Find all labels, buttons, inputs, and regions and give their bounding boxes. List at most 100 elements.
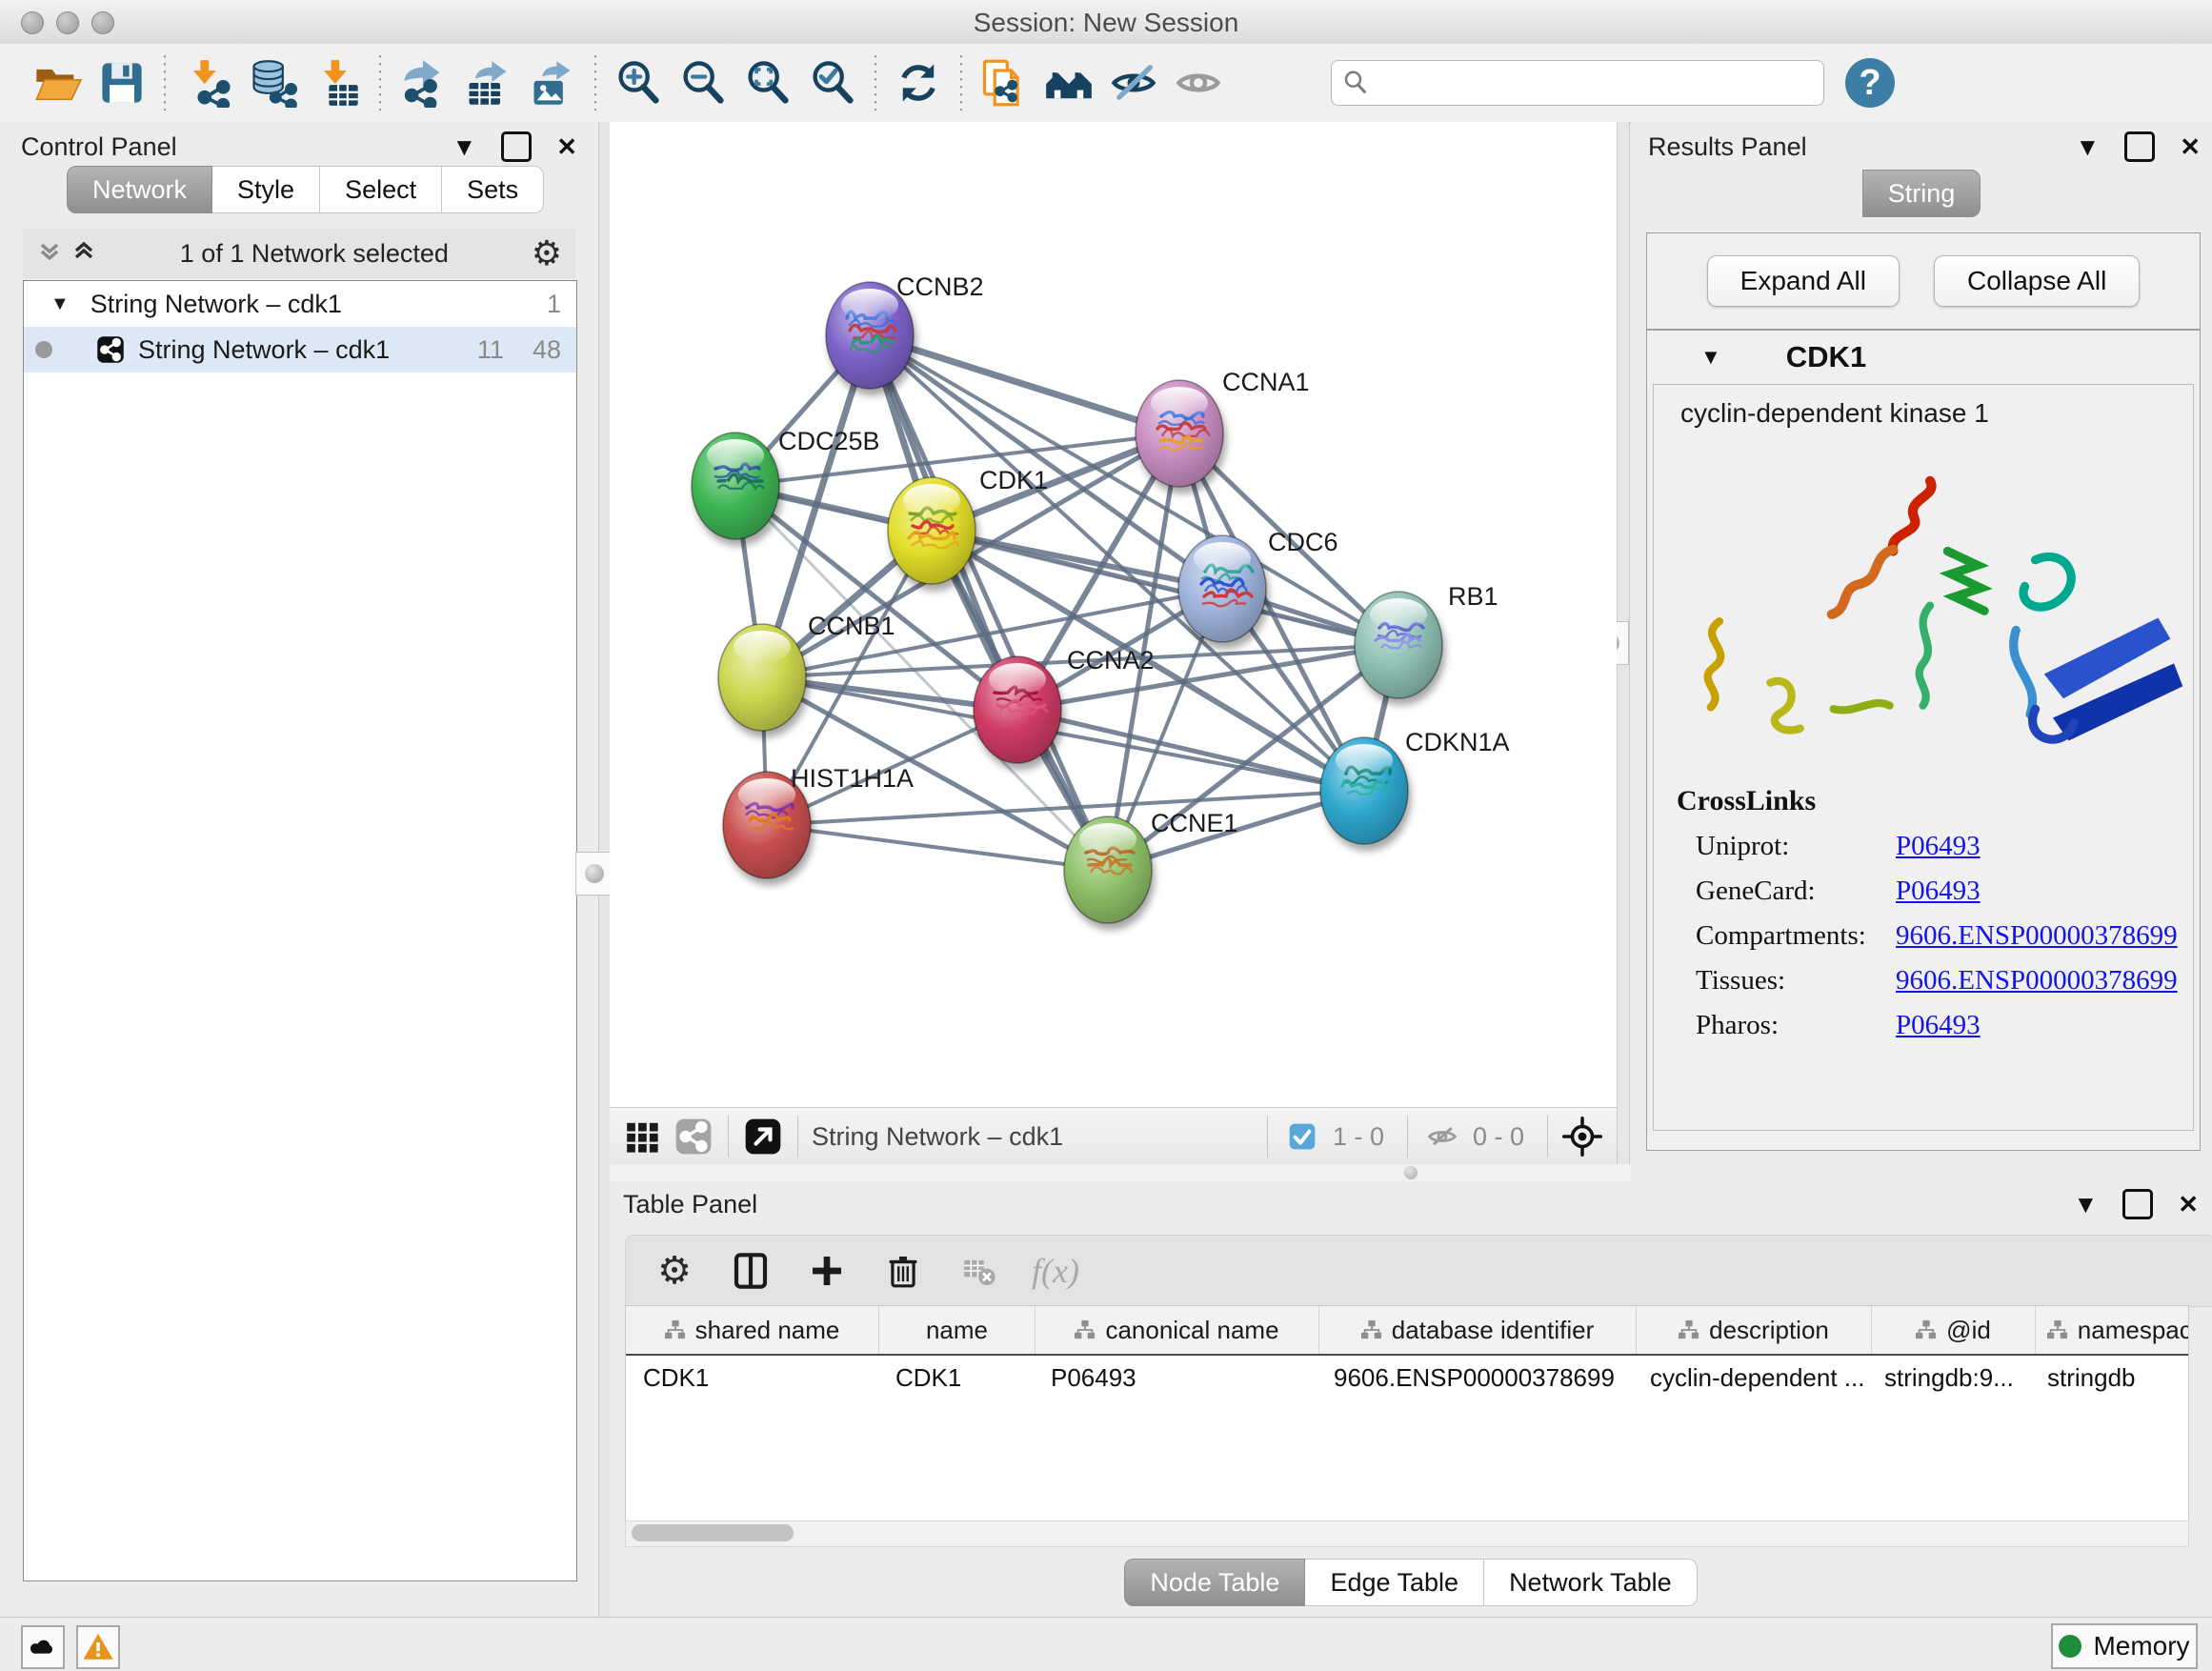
table-cell[interactable]: 9606.ENSP00000378699 (1317, 1363, 1633, 1393)
network-canvas[interactable]: CCNB2CCNA1CDC25BCDK1CDC6RB1CCNB1CCNA2CDK… (610, 122, 1617, 1107)
column-header-database-identifier[interactable]: database identifier (1319, 1306, 1637, 1354)
column-header-name[interactable]: name (879, 1306, 1036, 1354)
tab-sets[interactable]: Sets (442, 166, 544, 213)
show-columns-button[interactable] (729, 1249, 773, 1293)
protein-section-header[interactable]: ▼ CDK1 (1647, 331, 2200, 384)
panel-float-icon[interactable] (501, 131, 532, 162)
node-CDC6[interactable] (1178, 535, 1266, 642)
scrollbar-thumb[interactable] (632, 1524, 794, 1541)
help-button[interactable]: ? (1845, 58, 1895, 108)
table-row[interactable]: CDK1CDK1P064939606.ENSP00000378699cyclin… (626, 1356, 2188, 1399)
grid-view-button[interactable] (621, 1116, 663, 1158)
horizontal-splitter-handle[interactable] (1404, 1166, 1418, 1179)
tab-node-table[interactable]: Node Table (1124, 1559, 1305, 1606)
table-cell[interactable]: CDK1 (878, 1363, 1034, 1393)
column-header-canonical-name[interactable]: canonical name (1036, 1306, 1319, 1354)
import-network-button[interactable] (175, 52, 240, 113)
crosslink-value-link[interactable]: P06493 (1896, 1010, 1981, 1041)
memory-button[interactable]: Memory (2051, 1623, 2198, 1669)
column-header-description[interactable]: description (1637, 1306, 1872, 1354)
network-collection-row[interactable]: ▼ String Network – cdk1 1 (24, 281, 576, 327)
node-CCNE1[interactable] (1064, 816, 1152, 923)
table-cell[interactable]: cyclin-dependent ... (1633, 1363, 1867, 1393)
edge-HIST1H1A-CCNE1[interactable] (767, 825, 1108, 870)
expand-all-button[interactable]: Expand All (1707, 255, 1900, 307)
crosslink-value-link[interactable]: P06493 (1896, 876, 1981, 907)
tab-string[interactable]: String (1862, 170, 1981, 217)
center-view-button[interactable] (1561, 1116, 1603, 1158)
export-table-button[interactable] (455, 52, 520, 113)
delete-table-button[interactable] (957, 1249, 1001, 1293)
hierarchy-icon (1075, 1319, 1096, 1340)
open-session-button[interactable] (25, 52, 90, 113)
toggle-glass-effect-button[interactable] (1101, 52, 1166, 113)
string-home-button[interactable] (1036, 52, 1101, 113)
collapse-all-networks-icon[interactable] (36, 237, 63, 271)
import-network-from-database-button[interactable] (240, 52, 305, 113)
table-cell[interactable]: CDK1 (626, 1363, 878, 1393)
left-splitter-handle[interactable] (575, 852, 613, 896)
delete-column-button[interactable] (881, 1249, 925, 1293)
tab-network[interactable]: Network (67, 166, 212, 213)
zoom-fit-button[interactable] (735, 52, 800, 113)
table-settings-gear-icon[interactable]: ⚙ (653, 1249, 696, 1293)
node-CCNA1[interactable] (1136, 380, 1223, 487)
table-cell[interactable]: stringdb:9... (1867, 1363, 2030, 1393)
crosslink-value-link[interactable]: P06493 (1896, 831, 1981, 862)
export-image-button[interactable] (520, 52, 585, 113)
crosslink-value-link[interactable]: 9606.ENSP00000378699 (1896, 965, 2178, 997)
cloud-services-button[interactable] (21, 1625, 65, 1669)
collapse-all-button[interactable]: Collapse All (1934, 255, 2140, 307)
panel-menu-icon[interactable]: ▼ (2073, 1190, 2098, 1219)
network-options-gear-icon[interactable]: ⚙ (532, 233, 562, 273)
column-header-namespace[interactable]: namespace (2036, 1306, 2189, 1354)
panel-close-icon[interactable]: ✕ (2178, 1190, 2199, 1219)
panel-float-icon[interactable] (2124, 131, 2155, 162)
expand-all-networks-icon[interactable] (70, 237, 97, 271)
panel-close-icon[interactable]: ✕ (2180, 132, 2201, 162)
tab-edge-table[interactable]: Edge Table (1305, 1559, 1484, 1606)
collection-collapse-icon[interactable]: ▼ (50, 293, 70, 315)
node-CCNB1[interactable] (718, 624, 806, 731)
column-header-shared-name[interactable]: shared name (626, 1306, 879, 1354)
column-header--id[interactable]: @id (1872, 1306, 2036, 1354)
panel-menu-icon[interactable]: ▼ (452, 132, 476, 162)
node-CCNA2[interactable] (974, 656, 1061, 763)
zoom-out-button[interactable] (671, 52, 735, 113)
export-network-button[interactable] (391, 52, 455, 113)
search-input[interactable] (1377, 68, 1814, 99)
node-label-CDKN1A: CDKN1A (1405, 728, 1510, 756)
table-cell[interactable]: P06493 (1034, 1363, 1317, 1393)
crosslink-label: Uniprot: (1696, 831, 1896, 862)
create-column-button[interactable] (805, 1249, 849, 1293)
node-CDKN1A[interactable] (1320, 737, 1408, 844)
refresh-view-button[interactable] (886, 52, 951, 113)
zoom-in-button[interactable] (606, 52, 671, 113)
crosslink-value-link[interactable]: 9606.ENSP00000378699 (1896, 920, 2178, 952)
search-box[interactable] (1331, 60, 1824, 106)
network-graph[interactable]: CCNB2CCNA1CDC25BCDK1CDC6RB1CCNB1CCNA2CDK… (610, 122, 1617, 1107)
node-RB1[interactable] (1355, 592, 1442, 698)
section-collapse-icon[interactable]: ▼ (1700, 345, 1721, 370)
tab-style[interactable]: Style (212, 166, 320, 213)
panel-float-icon[interactable] (2122, 1189, 2153, 1219)
import-table-button[interactable] (305, 52, 370, 113)
zoom-selected-button[interactable] (800, 52, 865, 113)
toggle-enhanced-labels-button[interactable] (1166, 52, 1231, 113)
save-session-button[interactable] (90, 52, 154, 113)
node-CDC25B[interactable] (692, 433, 779, 539)
function-builder-button[interactable]: f(x) (1034, 1249, 1077, 1293)
network-row[interactable]: String Network – cdk1 11 48 (24, 327, 576, 372)
panel-menu-icon[interactable]: ▼ (2075, 132, 2100, 162)
copy-network-button[interactable] (972, 52, 1036, 113)
network-view-mode-button[interactable] (673, 1116, 714, 1158)
tab-network-table[interactable]: Network Table (1484, 1559, 1698, 1606)
node-CDK1[interactable] (888, 477, 975, 584)
edge-CCNB2-CCNA1[interactable] (870, 335, 1179, 433)
table-horizontal-scrollbar[interactable] (625, 1520, 2189, 1547)
table-cell[interactable]: stringdb (2030, 1363, 2189, 1393)
tab-select[interactable]: Select (320, 166, 442, 213)
panel-close-icon[interactable]: ✕ (556, 132, 577, 162)
birdseye-view-button[interactable] (742, 1116, 784, 1158)
warnings-button[interactable] (76, 1625, 120, 1669)
